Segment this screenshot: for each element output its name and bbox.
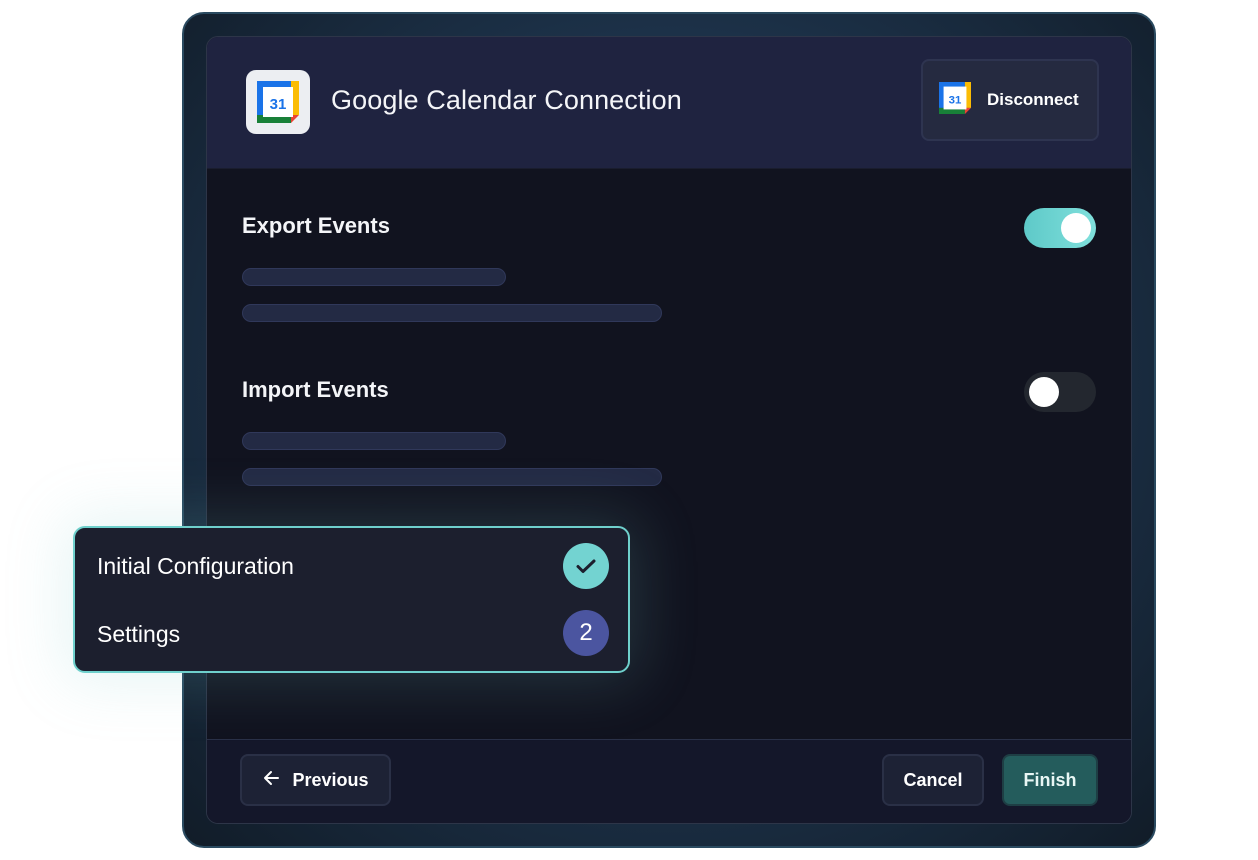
check-icon [563,543,609,589]
arrow-left-icon [262,768,282,793]
calendar-day-number-small: 31 [949,94,962,106]
placeholder-line [242,268,506,286]
google-calendar-small-icon: 31 [939,81,971,119]
placeholder-line [242,304,662,322]
import-events-title: Import Events [242,377,389,402]
toggle-knob [1029,377,1059,407]
import-events-toggle[interactable] [1024,372,1096,412]
disconnect-button[interactable]: 31 Disconnect [921,59,1099,141]
previous-button[interactable]: Previous [240,754,391,806]
disconnect-label: Disconnect [987,90,1079,109]
step-settings: Settings [97,621,181,647]
calendar-day-number: 31 [270,96,287,113]
panel-header: 31 Google Calendar Connection 31 Disconn… [207,37,1131,169]
finish-button[interactable]: Finish [1002,754,1098,806]
google-calendar-icon: 31 [246,70,310,134]
placeholder-line [242,432,506,450]
connection-panel: 31 Google Calendar Connection 31 Disconn… [206,36,1132,824]
step-initial-configuration: Initial Configuration [97,553,294,579]
export-events-title: Export Events [242,213,390,238]
export-events-toggle[interactable] [1024,208,1096,248]
placeholder-line [242,468,662,486]
toggle-knob [1061,213,1091,243]
previous-label: Previous [292,769,369,790]
cancel-button[interactable]: Cancel [882,754,984,806]
panel-footer: Previous Cancel Finish [207,739,1131,823]
step-number-badge: 2 [563,610,609,656]
setup-steps-card: Initial Configuration Settings 2 [73,526,630,673]
page-title: Google Calendar Connection [331,85,682,115]
